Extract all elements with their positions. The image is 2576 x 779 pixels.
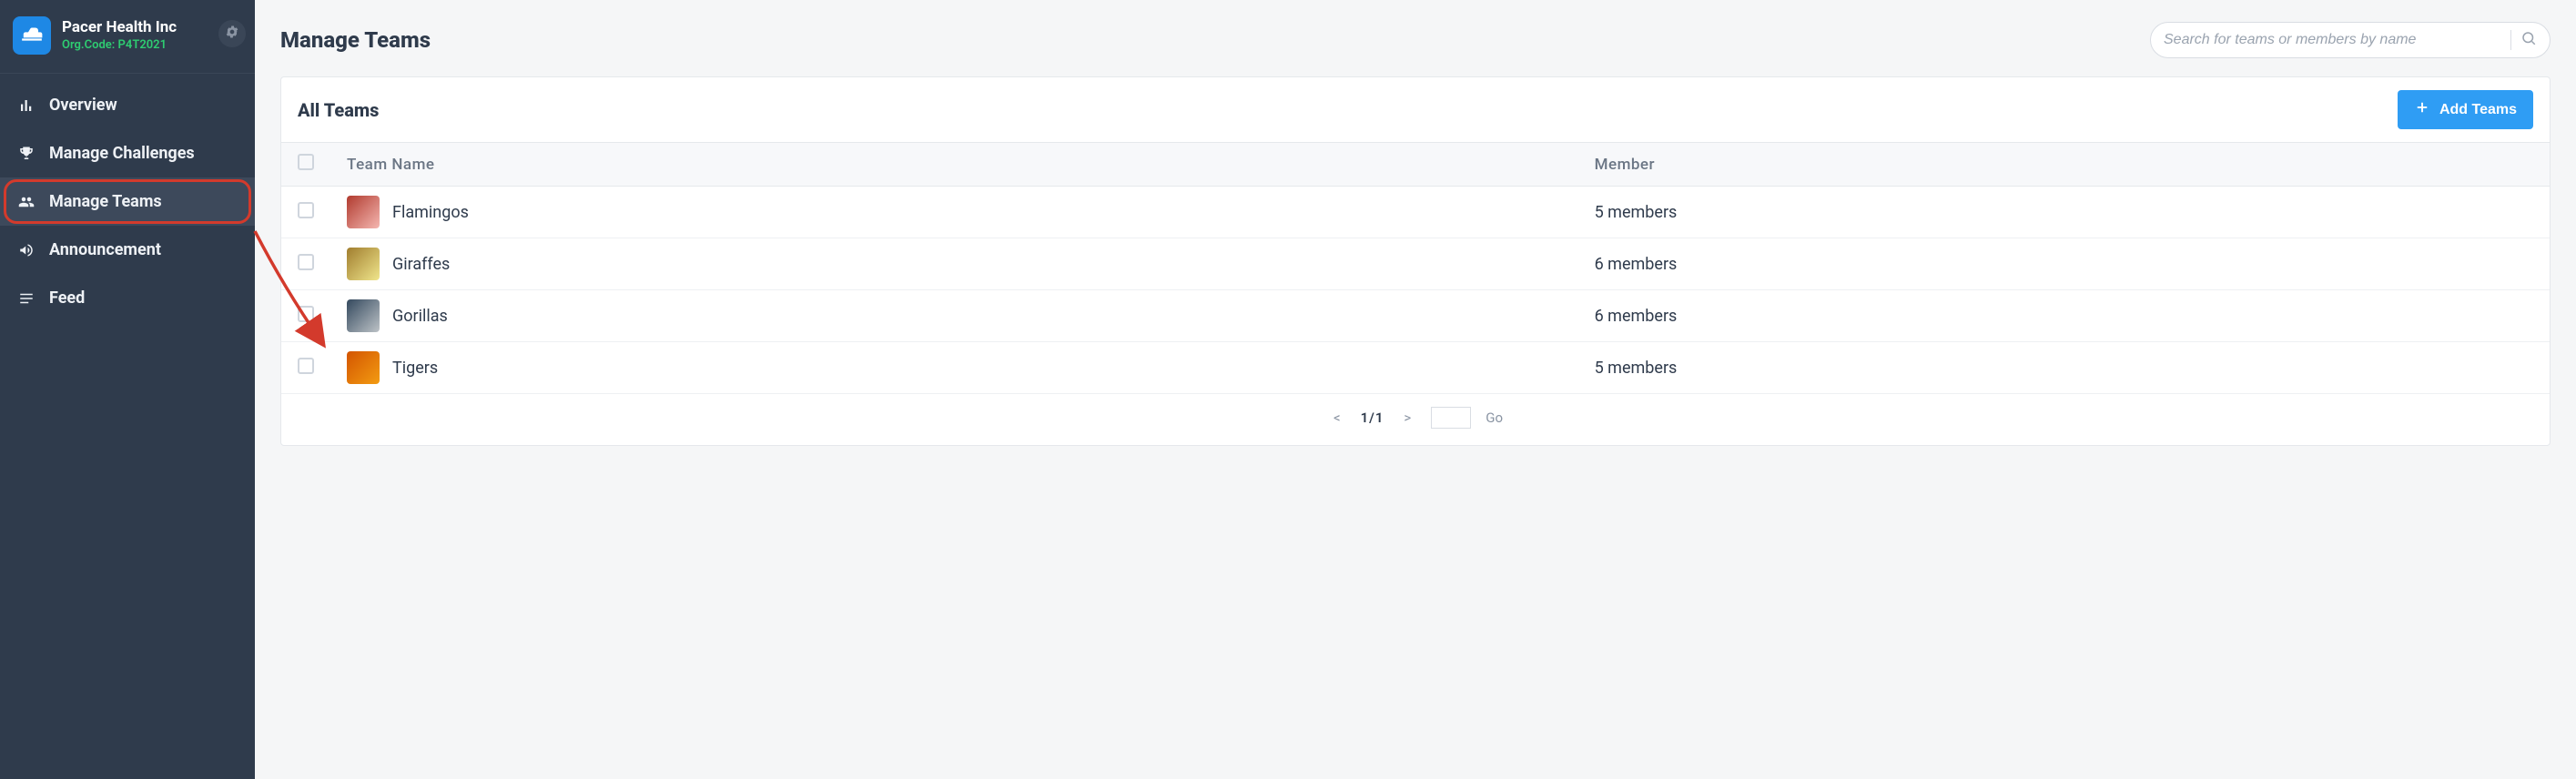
team-avatar [347, 196, 380, 228]
org-header: Pacer Health Inc Org.Code: P4T2021 [0, 0, 255, 69]
team-name: Flamingos [392, 203, 469, 222]
sidebar-item-feed[interactable]: Feed [0, 274, 255, 322]
table-row[interactable]: Tigers 5 members [281, 342, 2550, 394]
row-checkbox[interactable] [298, 306, 314, 322]
team-members: 6 members [1578, 290, 2550, 342]
pagination: < 1/1 > Go [281, 394, 2550, 445]
table-row[interactable]: Flamingos 5 members [281, 187, 2550, 238]
sidebar-item-teams[interactable]: Manage Teams [0, 177, 255, 226]
sidebar-item-label: Feed [49, 288, 85, 308]
team-avatar [347, 351, 380, 384]
megaphone-icon [16, 242, 36, 258]
row-checkbox[interactable] [298, 254, 314, 270]
team-name: Giraffes [392, 255, 450, 274]
card-title: All Teams [298, 99, 379, 121]
add-teams-label: Add Teams [2439, 102, 2517, 118]
team-name: Gorillas [392, 307, 448, 326]
pager-prev[interactable]: < [1328, 410, 1346, 426]
row-checkbox[interactable] [298, 358, 314, 374]
gear-icon [225, 25, 239, 43]
bar-chart-icon [16, 97, 36, 114]
team-avatar [347, 248, 380, 280]
pager-position: 1/1 [1361, 410, 1384, 426]
org-logo [13, 16, 51, 55]
main-content: Manage Teams All Teams Add Teams [255, 0, 2576, 779]
org-code: Org.Code: P4T2021 [62, 38, 177, 53]
search-divider [2510, 30, 2511, 50]
pager-input[interactable] [1431, 407, 1471, 429]
trophy-icon [16, 146, 36, 162]
team-avatar [347, 299, 380, 332]
team-members: 5 members [1578, 342, 2550, 394]
sidebar-item-label: Overview [49, 96, 117, 115]
add-teams-button[interactable]: Add Teams [2398, 90, 2533, 129]
sidebar: Pacer Health Inc Org.Code: P4T2021 Overv… [0, 0, 255, 779]
table-row[interactable]: Giraffes 6 members [281, 238, 2550, 290]
search-input[interactable] [2164, 32, 2501, 48]
team-name: Tigers [392, 359, 438, 378]
row-checkbox[interactable] [298, 202, 314, 218]
search-bar [2150, 22, 2551, 58]
feed-icon [16, 290, 36, 307]
column-header-member[interactable]: Member [1578, 143, 2550, 187]
settings-button[interactable] [218, 20, 246, 47]
search-icon [2520, 30, 2537, 50]
plus-icon [2414, 99, 2430, 120]
users-icon [16, 194, 36, 210]
team-members: 6 members [1578, 238, 2550, 290]
sidebar-item-challenges[interactable]: Manage Challenges [0, 129, 255, 177]
table-row[interactable]: Gorillas 6 members [281, 290, 2550, 342]
teams-card: All Teams Add Teams Team Name Member [280, 76, 2551, 446]
search-button[interactable] [2520, 30, 2537, 50]
column-header-name[interactable]: Team Name [330, 143, 1578, 187]
teams-table: Team Name Member Flamingos5 membersGiraf… [281, 143, 2550, 394]
pager-next[interactable]: > [1398, 410, 1416, 426]
sidebar-item-label: Announcement [49, 240, 161, 259]
org-name: Pacer Health Inc [62, 18, 177, 36]
select-all-checkbox[interactable] [298, 154, 314, 170]
sidebar-item-overview[interactable]: Overview [0, 81, 255, 129]
sidebar-item-announcement[interactable]: Announcement [0, 226, 255, 274]
sidebar-nav: Overview Manage Challenges Manage Teams [0, 81, 255, 322]
page-title: Manage Teams [280, 27, 431, 53]
shoe-icon [20, 22, 44, 49]
sidebar-item-label: Manage Teams [49, 192, 162, 211]
sidebar-item-label: Manage Challenges [49, 144, 195, 163]
pager-go[interactable]: Go [1486, 410, 1503, 426]
sidebar-divider [0, 73, 255, 74]
team-members: 5 members [1578, 187, 2550, 238]
